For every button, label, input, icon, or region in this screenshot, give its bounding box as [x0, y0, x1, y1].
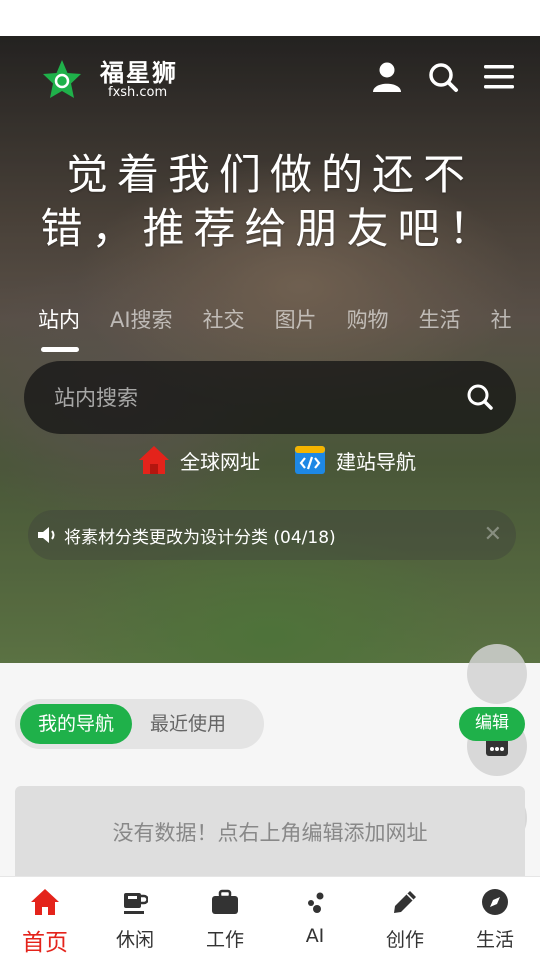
tab-social-more[interactable]: 社 [491, 304, 512, 334]
menu-icon[interactable] [482, 60, 516, 94]
bottom-nav-label: 首页 [22, 930, 68, 956]
tab-images[interactable]: 图片 [275, 304, 317, 334]
tab-social[interactable]: 社交 [203, 304, 245, 334]
bottom-nav-label: 工作 [205, 929, 244, 951]
search-icon[interactable] [426, 60, 460, 94]
tab-ai-search[interactable]: AI搜索 [110, 304, 173, 334]
home-icon [31, 889, 59, 915]
slogan-line-2: 错，推荐给朋友吧！ [40, 204, 500, 253]
search-bar [24, 361, 516, 434]
edit-button[interactable]: 编辑 [459, 707, 525, 741]
compass-icon [482, 889, 508, 915]
bottom-nav-create[interactable]: 创作 [360, 877, 450, 960]
quick-link-label: 全球网址 [180, 449, 260, 474]
pencil-icon [394, 891, 416, 913]
bottom-nav-label: AI [305, 925, 325, 947]
logo-name: 福星狮 [100, 59, 178, 87]
house-icon [139, 446, 169, 474]
bottom-nav-ai[interactable]: AI [270, 877, 360, 960]
bottom-nav: 首页 休闲 工作 AI 创作 生活 [0, 876, 540, 960]
coffee-icon [124, 893, 148, 914]
quick-link-global[interactable]: 全球网址 [138, 444, 260, 476]
search-submit-icon[interactable] [464, 381, 496, 413]
tab-site[interactable]: 站内 [38, 304, 80, 352]
floating-blank-button[interactable] [467, 644, 527, 704]
tab-shopping[interactable]: 购物 [347, 304, 389, 334]
close-icon[interactable]: ✕ [484, 522, 502, 547]
search-input[interactable] [54, 385, 434, 410]
announcement-bar[interactable]: 将素材分类更改为设计分类 (04/18) ✕ [28, 510, 516, 560]
bottom-nav-home[interactable]: 首页 [0, 877, 90, 960]
nav-toggle: 我的导航 最近使用 [15, 699, 264, 749]
bottom-nav-label: 创作 [385, 929, 424, 951]
quick-link-build[interactable]: 建站导航 [294, 444, 416, 476]
announcement-text: 将素材分类更改为设计分类 (04/18) [64, 527, 336, 548]
volume-icon [38, 527, 55, 543]
bottom-nav-label: 生活 [475, 929, 514, 951]
bottom-nav-label: 休闲 [115, 929, 154, 951]
hero-banner: 福星狮 fxsh.com 觉着我们做的还不 错，推荐给朋友吧！ 站内 AI搜索 … [0, 36, 540, 663]
slogan: 觉着我们做的还不 错，推荐给朋友吧！ [20, 148, 520, 256]
tab-my-nav[interactable]: 我的导航 [20, 704, 133, 744]
search-tabs: 站内 AI搜索 社交 图片 购物 生活 社 [38, 304, 512, 352]
ai-dots-icon [308, 892, 324, 913]
lion-star-logo-icon [43, 60, 81, 98]
empty-state: 没有数据！点右上角编辑添加网址 [15, 786, 525, 886]
briefcase-icon [212, 889, 238, 914]
user-icon[interactable] [370, 60, 404, 94]
quick-link-label: 建站导航 [336, 449, 416, 474]
tab-recent[interactable]: 最近使用 [132, 704, 244, 744]
bottom-nav-life[interactable]: 生活 [450, 877, 540, 960]
status-bar [0, 0, 540, 36]
tab-life[interactable]: 生活 [419, 304, 461, 334]
logo-domain: fxsh.com [108, 85, 168, 100]
logo[interactable]: 福星狮 fxsh.com [40, 58, 178, 102]
bottom-nav-work[interactable]: 工作 [180, 877, 270, 960]
bottom-nav-leisure[interactable]: 休闲 [90, 877, 180, 960]
slogan-line-1: 觉着我们做的还不 [65, 150, 474, 199]
code-window-icon [295, 446, 325, 474]
